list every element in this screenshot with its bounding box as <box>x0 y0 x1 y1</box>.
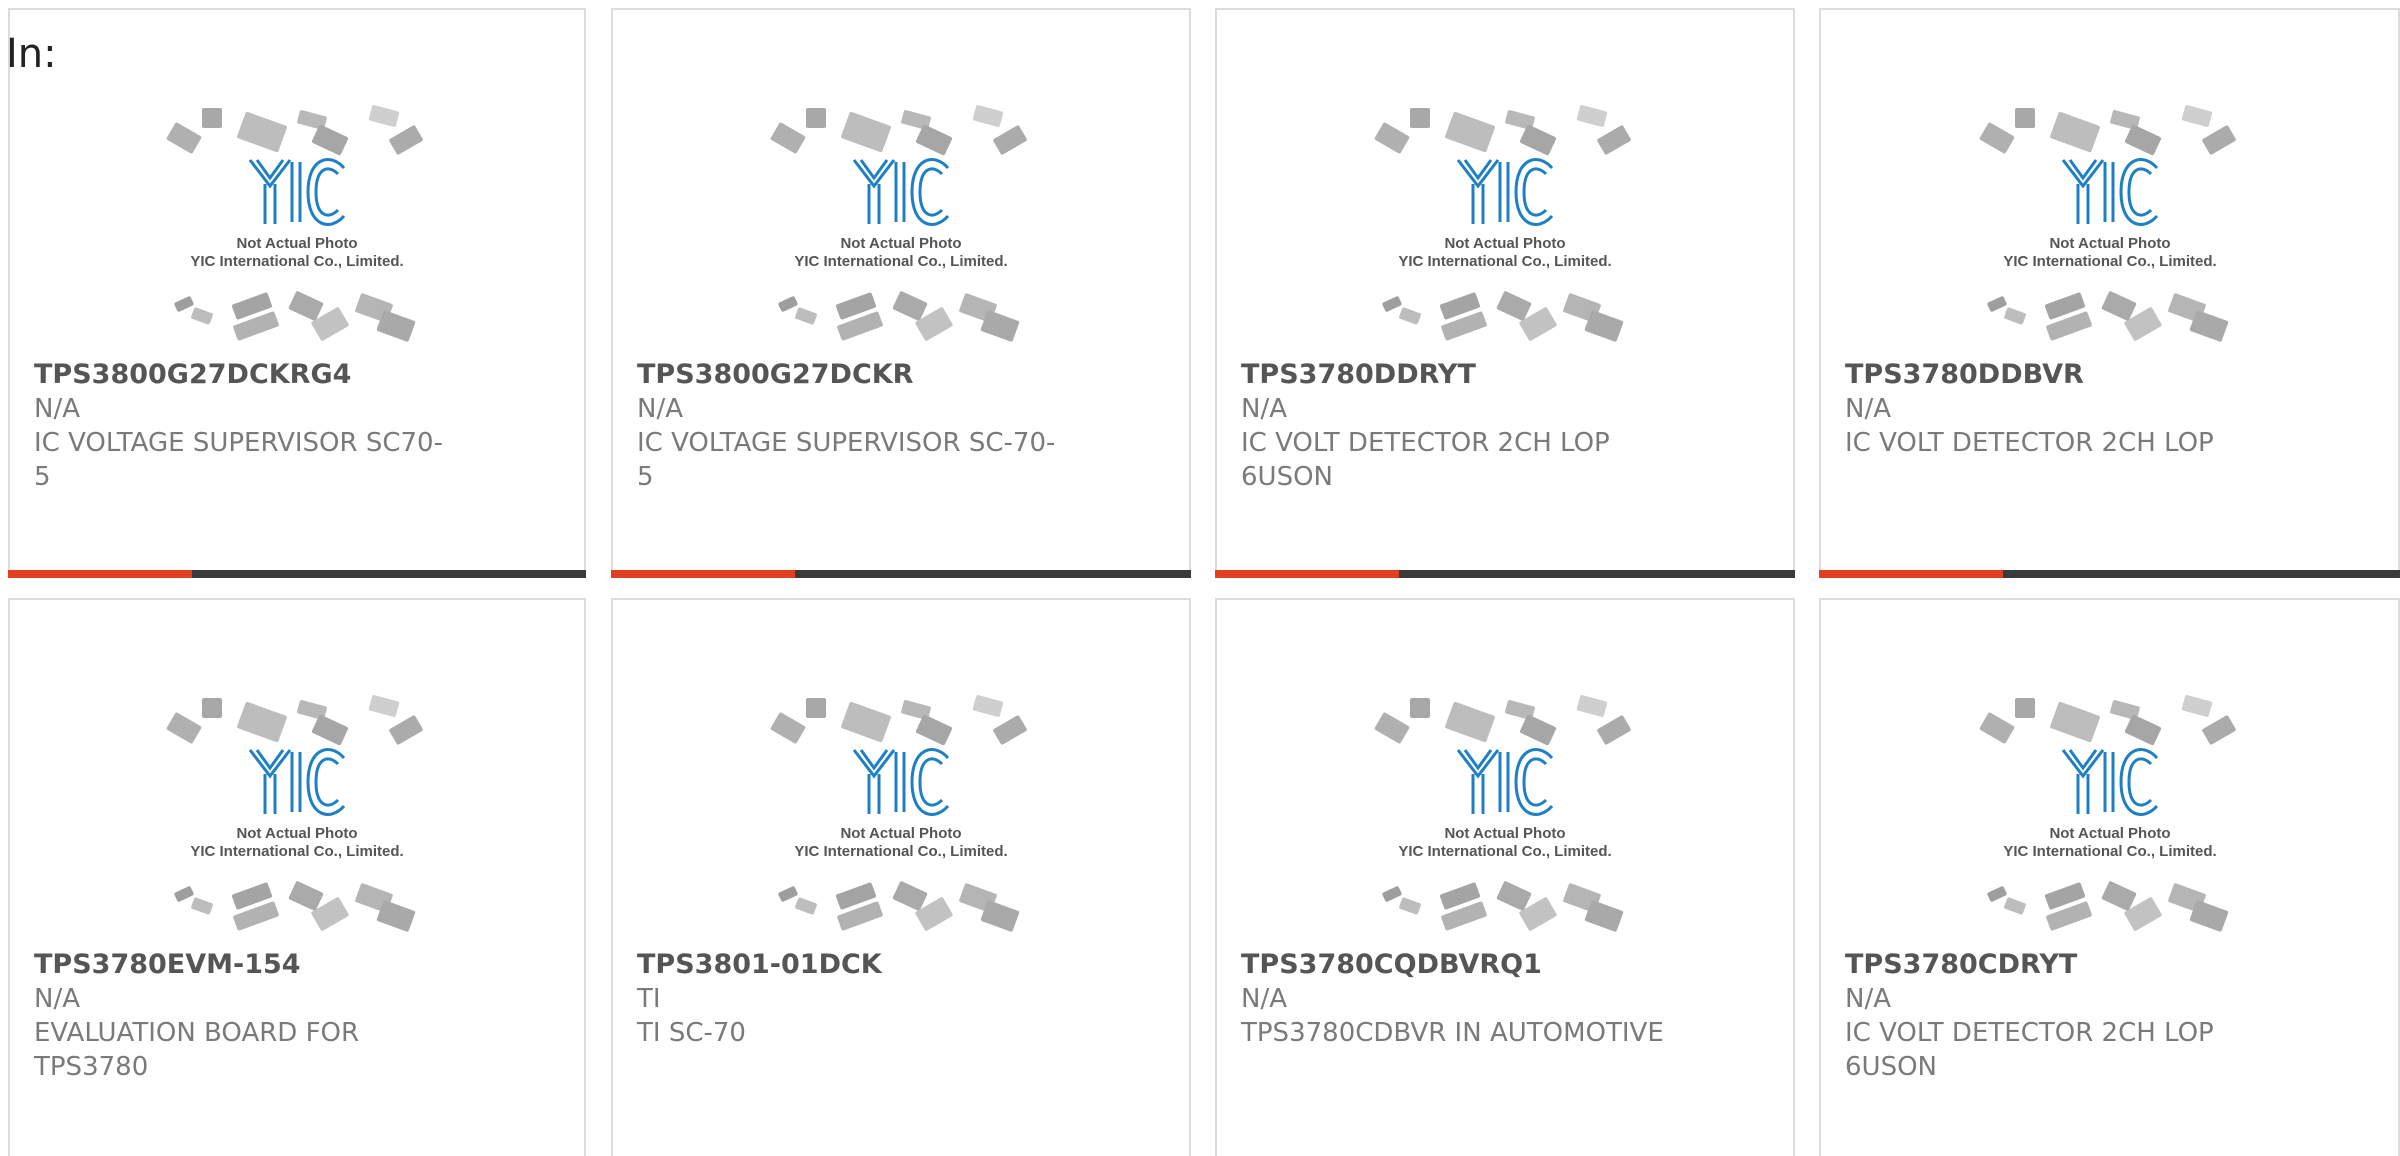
company-name-text: YIC International Co., Limited. <box>794 843 1007 860</box>
manufacturer: N/A <box>34 394 80 424</box>
manufacturer: N/A <box>1241 984 1287 1014</box>
chip-icons-top <box>770 105 1027 156</box>
manufacturer: TI <box>637 984 661 1014</box>
part-number[interactable]: TPS3780CQDBVRQ1 <box>1241 948 1661 982</box>
placeholder-photo: Not Actual Photo YIC International Co., L… <box>1975 692 2245 936</box>
card-bottom-bar <box>1819 570 2400 578</box>
company-name-text: YIC International Co., Limited. <box>1398 843 1611 860</box>
filter-in-label: In: <box>6 31 57 77</box>
company-name-text: YIC International Co., Limited. <box>794 253 1007 270</box>
company-name-text: YIC International Co., Limited. <box>1398 253 1611 270</box>
not-actual-photo-text: Not Actual Photo <box>1444 825 1565 842</box>
chip-icons-top <box>1374 105 1631 156</box>
placeholder-photo: Not Actual Photo YIC International Co., L… <box>162 692 432 936</box>
card-bottom-bar <box>8 570 586 578</box>
not-actual-photo-text: Not Actual Photo <box>840 825 961 842</box>
chip-icons-top <box>1979 105 2236 156</box>
part-number[interactable]: TPS3780DDRYT <box>1241 358 1661 392</box>
chip-icons-top <box>770 695 1027 746</box>
chip-icons-bottom <box>778 291 1020 342</box>
chip-icons-bottom <box>174 291 416 342</box>
chip-icons-bottom <box>1986 881 2228 932</box>
product-card[interactable]: Not Actual Photo YIC International Co., L… <box>1215 598 1795 1156</box>
card-accent-bar <box>1215 570 1399 578</box>
description: IC VOLTAGE SUPERVISOR SC-70-5 <box>637 428 1056 492</box>
product-card[interactable]: Not Actual Photo YIC International Co., L… <box>1819 598 2400 1156</box>
product-grid-page: In: Not Actual Photo YIC International Co… <box>0 0 2400 1156</box>
description: IC VOLTAGE SUPERVISOR SC70-5 <box>34 428 443 492</box>
chip-icons-bottom <box>1382 881 1624 932</box>
not-actual-photo-text: Not Actual Photo <box>236 235 357 252</box>
description: IC VOLT DETECTOR 2CH LOP 6USON <box>1241 428 1610 492</box>
manufacturer: N/A <box>1241 394 1287 424</box>
description: IC VOLT DETECTOR 2CH LOP 6USON <box>1845 1018 2214 1082</box>
chip-icons-bottom <box>778 881 1020 932</box>
manufacturer: N/A <box>1845 394 1891 424</box>
yic-logo <box>852 158 950 226</box>
chip-icons-top <box>1374 695 1631 746</box>
not-actual-photo-text: Not Actual Photo <box>236 825 357 842</box>
not-actual-photo-text: Not Actual Photo <box>1444 235 1565 252</box>
part-number[interactable]: TPS3801-01DCK <box>637 948 1057 982</box>
chip-icons-top <box>166 695 423 746</box>
yic-logo <box>1456 748 1554 816</box>
chip-icons-bottom <box>1382 291 1624 342</box>
card-accent-bar <box>8 570 192 578</box>
description: EVALUATION BOARD FOR TPS3780 <box>34 1018 360 1082</box>
part-number[interactable]: TPS3780DDBVR <box>1845 358 2265 392</box>
product-card[interactable]: Not Actual Photo YIC International Co., L… <box>611 8 1191 578</box>
chip-icons-bottom <box>1986 291 2228 342</box>
company-name-text: YIC International Co., Limited. <box>2003 253 2216 270</box>
product-card[interactable]: Not Actual Photo YIC International Co., L… <box>611 598 1191 1156</box>
product-card[interactable]: Not Actual Photo YIC International Co., L… <box>8 598 586 1156</box>
yic-logo <box>2061 748 2158 816</box>
chip-icons-top <box>166 105 423 156</box>
not-actual-photo-text: Not Actual Photo <box>2049 235 2170 252</box>
description: IC VOLT DETECTOR 2CH LOP <box>1845 428 2214 458</box>
product-card[interactable]: Not Actual Photo YIC International Co., L… <box>1215 8 1795 578</box>
card-bottom-bar <box>611 570 1191 578</box>
product-card[interactable]: Not Actual Photo YIC International Co., L… <box>1819 8 2400 578</box>
chip-icons-bottom <box>174 881 416 932</box>
company-name-text: YIC International Co., Limited. <box>2003 843 2216 860</box>
not-actual-photo-text: Not Actual Photo <box>2049 825 2170 842</box>
product-card[interactable]: Not Actual Photo YIC International Co., L… <box>8 8 586 578</box>
part-number[interactable]: TPS3800G27DCKRG4 <box>34 358 454 392</box>
placeholder-photo: Not Actual Photo YIC International Co., L… <box>162 102 432 346</box>
card-bottom-bar <box>1215 570 1795 578</box>
card-accent-bar <box>1819 570 2003 578</box>
yic-logo <box>852 748 950 816</box>
part-number[interactable]: TPS3800G27DCKR <box>637 358 1057 392</box>
yic-logo <box>1456 158 1554 226</box>
yic-logo <box>2061 158 2158 226</box>
not-actual-photo-text: Not Actual Photo <box>840 235 961 252</box>
card-accent-bar <box>611 570 795 578</box>
description: TI SC-70 <box>637 1018 746 1048</box>
placeholder-photo: Not Actual Photo YIC International Co., L… <box>1370 102 1640 346</box>
company-name-text: YIC International Co., Limited. <box>190 843 403 860</box>
manufacturer: N/A <box>637 394 683 424</box>
description: TPS3780CDBVR IN AUTOMOTIVE <box>1241 1018 1664 1048</box>
placeholder-photo: Not Actual Photo YIC International Co., L… <box>1975 102 2245 346</box>
chip-icons-top <box>1979 695 2236 746</box>
manufacturer: N/A <box>34 984 80 1014</box>
manufacturer: N/A <box>1845 984 1891 1014</box>
yic-logo <box>248 748 346 816</box>
yic-logo <box>248 158 346 226</box>
part-number[interactable]: TPS3780EVM-154 <box>34 948 454 982</box>
placeholder-photo: Not Actual Photo YIC International Co., L… <box>766 692 1036 936</box>
placeholder-photo: Not Actual Photo YIC International Co., L… <box>766 102 1036 346</box>
part-number[interactable]: TPS3780CDRYT <box>1845 948 2265 982</box>
placeholder-photo: Not Actual Photo YIC International Co., L… <box>1370 692 1640 936</box>
company-name-text: YIC International Co., Limited. <box>190 253 403 270</box>
